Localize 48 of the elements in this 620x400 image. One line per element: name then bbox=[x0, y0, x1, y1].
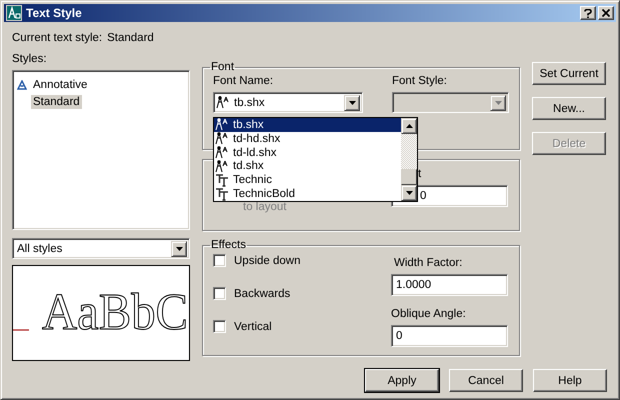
checkbox[interactable] bbox=[213, 254, 226, 267]
app-icon bbox=[6, 5, 22, 21]
font-name-dropdown[interactable]: tb.shx bbox=[213, 92, 363, 113]
width-factor-field[interactable]: 1.0000 bbox=[391, 274, 508, 296]
current-style-label: Current text style: bbox=[12, 32, 102, 46]
dropdown-arrow-icon bbox=[348, 100, 356, 104]
dialog-button[interactable]: Apply bbox=[365, 369, 439, 392]
checkbox-label: Backwards bbox=[234, 288, 290, 300]
truetype-icon bbox=[215, 174, 229, 187]
style-filter-dropdown[interactable]: All styles bbox=[12, 238, 190, 259]
truetype-icon bbox=[215, 188, 229, 201]
width-factor-label: Width Factor: bbox=[393, 257, 464, 271]
preview-text: AaBbC bbox=[42, 284, 189, 341]
scroll-down-icon bbox=[406, 191, 412, 195]
dropdown-arrow-icon bbox=[494, 100, 502, 104]
checkbox[interactable] bbox=[213, 320, 226, 333]
scrollbar[interactable] bbox=[401, 118, 417, 201]
font-option[interactable]: td.shx bbox=[214, 159, 401, 174]
style-item[interactable]: Annotative bbox=[31, 78, 90, 92]
side-button[interactable]: New... bbox=[532, 97, 606, 120]
styles-label: Styles: bbox=[12, 53, 48, 67]
current-style-value: Standard bbox=[107, 32, 154, 46]
height-label: t bbox=[418, 168, 422, 182]
oblique-angle-label: Oblique Angle: bbox=[391, 308, 467, 322]
scroll-up-icon bbox=[406, 124, 412, 128]
checkbox[interactable] bbox=[213, 287, 226, 300]
shape-font-icon bbox=[216, 96, 230, 109]
font-style-label: Font Style: bbox=[392, 75, 448, 89]
dropdown-arrow-icon bbox=[176, 246, 182, 250]
font-name-label: Font Name: bbox=[213, 75, 274, 89]
close-icon[interactable] bbox=[598, 6, 614, 20]
font-option[interactable]: td-hd.shx bbox=[214, 132, 401, 146]
checkbox-label: Upside down bbox=[234, 254, 300, 266]
oblique-angle-field[interactable]: 0 bbox=[391, 325, 508, 347]
orientation-label: to layout bbox=[243, 201, 286, 213]
dialog-button[interactable]: Cancel bbox=[449, 369, 523, 392]
font-option[interactable]: td-ld.shx bbox=[214, 146, 401, 160]
dialog-button[interactable]: Help bbox=[533, 369, 607, 392]
side-button[interactable]: Set Current bbox=[532, 62, 606, 85]
help-icon[interactable] bbox=[580, 6, 596, 20]
font-legend: Font bbox=[210, 61, 236, 73]
font-option[interactable]: Technic bbox=[214, 173, 401, 188]
font-option[interactable]: tb.shx bbox=[214, 118, 401, 132]
effects-legend: Effects bbox=[210, 239, 247, 251]
checkbox-label: Vertical bbox=[234, 320, 272, 332]
style-item[interactable]: Standard bbox=[31, 94, 82, 108]
scroll-thumb[interactable] bbox=[401, 169, 417, 185]
window-title: Text Style bbox=[26, 6, 82, 20]
